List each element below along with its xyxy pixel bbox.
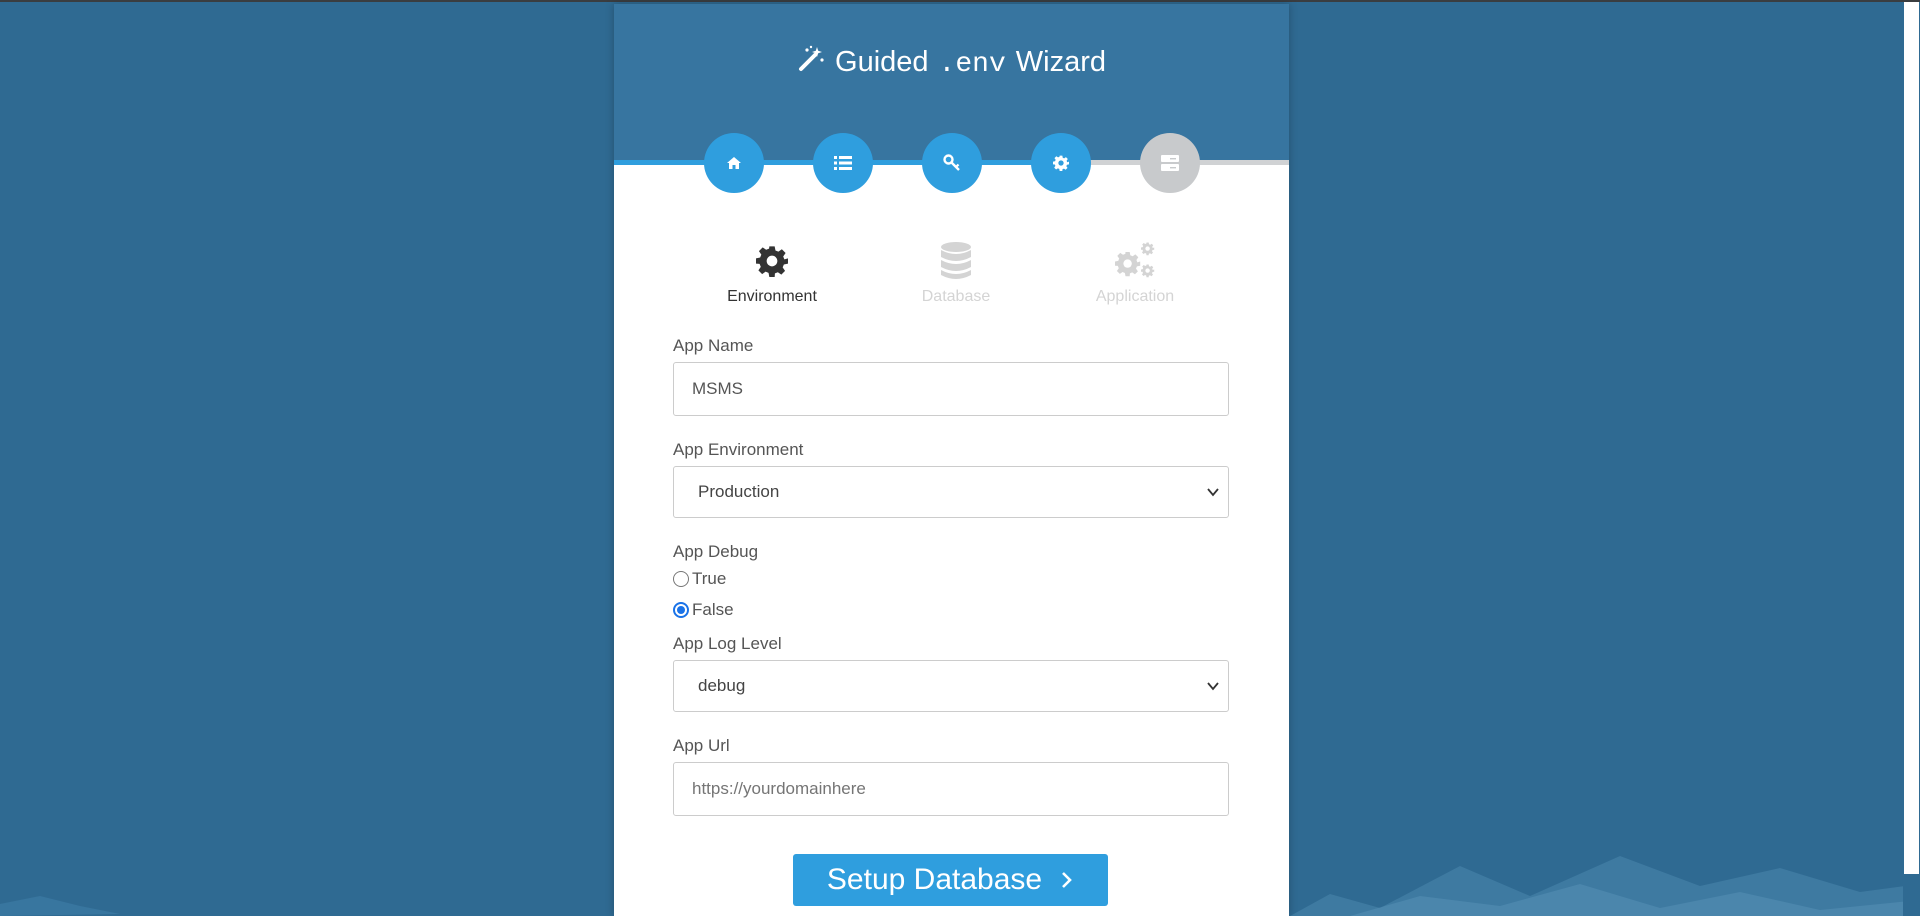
app-environment-label: App Environment [673, 440, 804, 459]
step-home[interactable] [704, 133, 764, 193]
wizard-card: Guided .env Wizard Environment Database … [614, 4, 1289, 916]
tab-environment[interactable]: Environment [692, 240, 852, 306]
app-url-input[interactable] [673, 762, 1229, 816]
debug-false-option[interactable]: False [673, 600, 734, 620]
window-top-edge [0, 0, 1920, 2]
page-title: Guided .env Wizard [614, 44, 1289, 83]
title-env: .env [938, 49, 1006, 80]
debug-false-radio[interactable] [673, 602, 689, 618]
title-suffix: Wizard [1015, 46, 1106, 78]
chevron-right-icon [1060, 870, 1074, 890]
app-log-level-value: debug [698, 676, 746, 695]
cogs-icon [1115, 242, 1155, 278]
app-debug-label: App Debug [673, 542, 759, 561]
title-prefix: Guided [835, 46, 929, 78]
debug-true-radio[interactable] [673, 571, 689, 587]
tab-database[interactable]: Database [876, 240, 1036, 306]
debug-true-option[interactable]: True [673, 569, 726, 589]
app-log-level-label: App Log Level [673, 634, 782, 653]
step-permissions[interactable] [922, 133, 982, 193]
wizard-tabs: Environment Database Application [614, 240, 1289, 310]
tab-application[interactable]: Application [1055, 240, 1215, 306]
app-log-level-select[interactable]: debug [673, 660, 1229, 712]
debug-true-label: True [692, 569, 727, 588]
chevron-down-icon [1207, 488, 1219, 497]
step-environment[interactable] [1031, 133, 1091, 193]
scrollbar-track[interactable] [1904, 2, 1919, 874]
step-install[interactable] [1140, 133, 1200, 193]
cog-icon [756, 246, 788, 277]
tab-application-label: Application [1095, 288, 1175, 305]
app-name-label: App Name [673, 336, 754, 355]
step-requirements[interactable] [813, 133, 873, 193]
cog-icon [1053, 155, 1069, 171]
key-icon [943, 154, 960, 171]
chevron-down-icon [1207, 682, 1219, 691]
app-url-label: App Url [673, 736, 730, 755]
home-icon [727, 157, 741, 169]
debug-false-label: False [692, 600, 734, 619]
database-icon [941, 242, 971, 279]
app-environment-value: Production [698, 482, 780, 501]
app-name-input[interactable] [673, 362, 1229, 416]
magic-wand-icon [797, 45, 825, 82]
server-icon [1161, 155, 1179, 171]
scrollbar[interactable] [1903, 2, 1920, 916]
tab-environment-label: Environment [727, 288, 817, 305]
app-environment-select[interactable]: Production [673, 466, 1229, 518]
setup-database-label: Setup Database [826, 863, 1043, 896]
setup-database-button[interactable]: Setup Database [793, 854, 1108, 906]
list-icon [834, 156, 852, 170]
tab-database-label: Database [921, 288, 991, 305]
